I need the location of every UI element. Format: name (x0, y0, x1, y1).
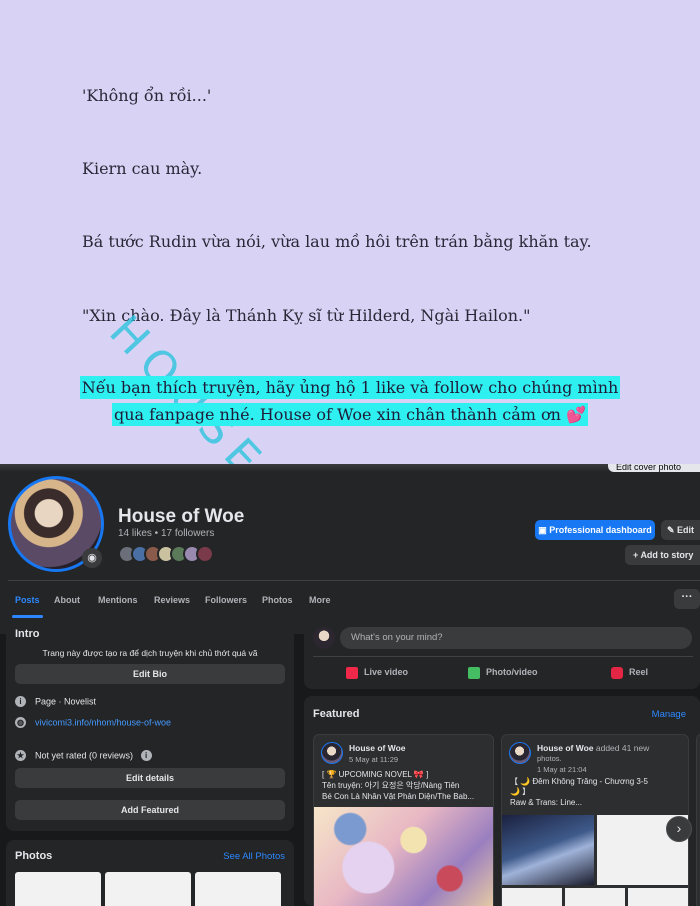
more-options-icon[interactable]: ··· (674, 589, 700, 609)
tab-photos[interactable]: Photos (262, 582, 293, 618)
featured-post[interactable] (696, 734, 700, 906)
post-image (565, 888, 625, 906)
avatar (509, 742, 531, 764)
photo-thumbnail[interactable] (15, 872, 101, 906)
page-category: i Page · Novelist (15, 696, 97, 708)
tab-more[interactable]: More ▾ (309, 582, 331, 641)
button-label: Edit (677, 525, 695, 535)
featured-post[interactable]: House of Woe 5 May at 11:29 [ 🏆 UPCOMING… (313, 734, 494, 906)
website-row: ◍ vivicomi3.info/nhom/house-of-woe (15, 717, 171, 729)
reel-button[interactable]: Reel (611, 662, 648, 682)
website-link[interactable]: vivicomi3.info/nhom/house-of-woe (35, 718, 171, 728)
see-all-photos-link[interactable]: See All Photos (223, 851, 285, 862)
facebook-page: Edit cover photo ◉ House of Woe 14 likes… (0, 464, 700, 906)
intro-card: Intro Trang này được tạo ra để dịch truy… (6, 619, 294, 831)
edit-cover-button[interactable]: Edit cover photo (608, 464, 700, 472)
author-name[interactable]: House of Woe (349, 743, 406, 753)
star-icon: ★ (15, 750, 26, 762)
add-featured-button[interactable]: Add Featured (15, 800, 285, 820)
tab-mentions[interactable]: Mentions (98, 582, 138, 618)
photos-card: Photos See All Photos (6, 840, 294, 906)
photo-thumbnail[interactable] (195, 872, 281, 906)
story-panel: 'Không ổn rồi...' Kiern cau mày. Bá tước… (0, 0, 700, 464)
post-action-cont: photos. (537, 754, 562, 763)
post-date[interactable]: 5 May at 11:29 (349, 755, 398, 764)
post-composer: What's on your mind? Live video Photo/vi… (304, 619, 700, 689)
professional-dashboard-button[interactable]: ▣ Professional dashboard (535, 520, 655, 540)
live-video-icon (346, 666, 358, 679)
divider (313, 656, 693, 657)
page-category-text: Page · Novelist (35, 696, 97, 707)
featured-card: Featured Manage House of Woe 5 May at 11… (304, 696, 700, 906)
reel-icon (611, 666, 623, 679)
story-line: 'Không ổn rồi...' (82, 86, 212, 105)
cover-photo (0, 464, 700, 472)
tab-posts[interactable]: Posts (12, 582, 42, 618)
live-video-button[interactable]: Live video (346, 662, 408, 682)
page-stats[interactable]: 14 likes • 17 followers (118, 528, 214, 539)
tab-reviews[interactable]: Reviews (154, 582, 190, 618)
intro-bio: Trang này được tạo ra để dịch truyện khi… (42, 648, 258, 658)
post-image (314, 807, 493, 906)
button-label: Live video (364, 667, 409, 677)
page-header: ◉ House of Woe 14 likes • 17 followers ▣… (0, 472, 700, 641)
highlight-line: Nếu bạn thích truyện, hãy ủng hộ 1 like … (0, 376, 700, 399)
highlight-text: qua fanpage nhé. House of Woe xin chân t… (111, 403, 588, 426)
post-text: Raw & Trans: Line... (510, 798, 583, 807)
rating-row: ★ Not yet rated (0 reviews) i (15, 750, 152, 762)
globe-icon: ◍ (15, 717, 26, 729)
highlight-text: Nếu bạn thích truyện, hãy ủng hộ 1 like … (79, 376, 621, 399)
photo-video-button[interactable]: Photo/video (468, 662, 538, 682)
story-line: Bá tước Rudin vừa nói, vừa lau mồ hôi tr… (82, 232, 592, 251)
tab-followers[interactable]: Followers (205, 582, 247, 618)
post-text: Tên truyện: 아기 요정은 악당/Nàng Tiên (322, 781, 460, 790)
story-line: Kiern cau mày. (82, 159, 203, 178)
featured-post[interactable]: House of Woe added 41 new photos. 1 May … (501, 734, 689, 906)
button-label: Professional dashboard (549, 525, 652, 535)
edit-button[interactable]: ✎ Edit (661, 520, 700, 540)
chevron-right-icon[interactable]: › (666, 816, 692, 842)
post-action: added 41 new (593, 743, 650, 753)
highlight-line: qua fanpage nhé. House of Woe xin chân t… (0, 403, 700, 426)
photo-icon (468, 666, 480, 679)
add-to-story-button[interactable]: + Add to story (625, 545, 700, 565)
button-label: Add to story (640, 550, 694, 560)
post-text: Bé Con Là Nhân Vật Phản Diện/The Bab... (322, 792, 475, 801)
avatar (321, 742, 343, 764)
edit-details-button[interactable]: Edit details (15, 768, 285, 788)
post-image (628, 888, 688, 906)
rating-text: Not yet rated (0 reviews) (35, 750, 134, 761)
follower-avatar[interactable] (196, 545, 214, 563)
pencil-icon: ✎ (667, 525, 678, 535)
post-image (502, 888, 562, 906)
follower-avatars[interactable] (118, 545, 214, 565)
featured-title: Featured (313, 708, 360, 720)
button-label: Reel (629, 667, 649, 677)
photo-thumbnail[interactable] (105, 872, 191, 906)
manage-link[interactable]: Manage (652, 709, 686, 720)
info-icon[interactable]: i (140, 750, 152, 762)
post-author: House of Woe added 41 new (537, 743, 649, 754)
post-image (502, 815, 594, 885)
status-input[interactable]: What's on your mind? (340, 627, 692, 649)
camera-icon[interactable]: ◉ (82, 548, 102, 568)
intro-title: Intro (15, 628, 40, 640)
post-text: 🌙 】 (510, 787, 531, 796)
tab-about[interactable]: About (54, 582, 80, 618)
post-author: House of Woe (349, 743, 406, 754)
divider (8, 580, 700, 581)
avatar[interactable] (313, 627, 335, 649)
edit-bio-button[interactable]: Edit Bio (15, 664, 285, 684)
page-title: House of Woe (118, 506, 245, 527)
dashboard-icon: ▣ (538, 525, 550, 535)
author-name[interactable]: House of Woe (537, 743, 594, 753)
post-text: [ 🏆 UPCOMING NOVEL 🎀 ] (322, 770, 429, 779)
photos-title: Photos (15, 850, 53, 862)
info-icon: i (15, 696, 26, 708)
post-date[interactable]: 1 May at 21:04 (537, 765, 587, 774)
button-label: Photo/video (486, 667, 538, 677)
